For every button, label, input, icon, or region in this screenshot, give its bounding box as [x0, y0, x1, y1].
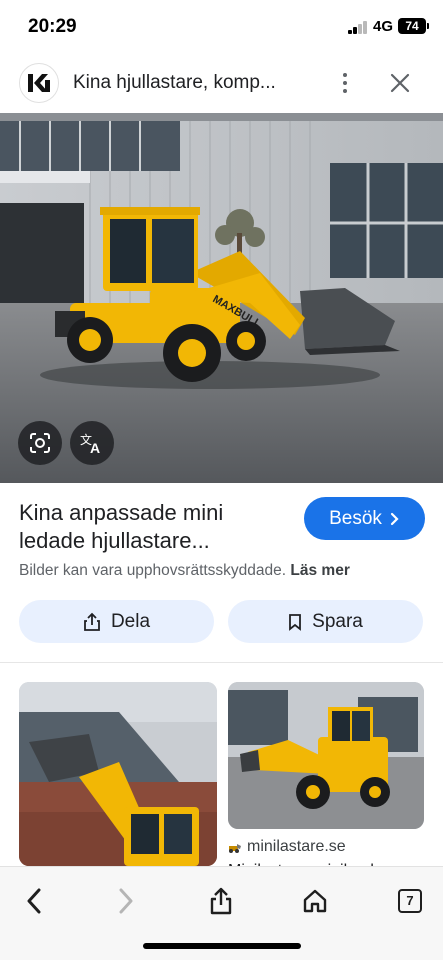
result-title[interactable]: Kina anpassade mini ledade hjullastare..… — [19, 499, 289, 555]
related-source[interactable]: minilastare.se — [228, 838, 346, 856]
copyright-text: Bilder kan vara upphovsrättsskyddade. — [19, 562, 287, 579]
site-logo-icon — [28, 74, 50, 92]
page-title[interactable]: Kina hjullastare, komp... — [73, 72, 318, 94]
chevron-right-icon — [390, 512, 399, 525]
site-logo — [19, 63, 59, 103]
share-page-icon[interactable] — [199, 879, 243, 923]
learn-more-link[interactable]: Läs mer — [290, 562, 349, 579]
tabs-icon[interactable]: 7 — [388, 879, 432, 923]
bookmark-icon — [289, 613, 302, 631]
close-icon[interactable] — [388, 71, 412, 95]
share-label: Dela — [110, 610, 151, 632]
share-button[interactable]: Dela — [19, 600, 214, 643]
forward-icon[interactable] — [104, 879, 148, 923]
related-image-1[interactable] — [19, 682, 217, 866]
main-image[interactable]: MAXBULL — [0, 113, 443, 483]
divider — [0, 662, 443, 663]
back-icon[interactable] — [12, 879, 56, 923]
google-lens-icon[interactable] — [18, 421, 62, 465]
save-label: Spara — [312, 610, 363, 632]
wheel-loader-photo: MAXBULL — [0, 113, 443, 483]
share-icon — [84, 612, 100, 631]
visit-button-label: Besök — [329, 507, 382, 529]
result-header: Kina hjullastare, komp... — [0, 54, 443, 112]
related-image-2[interactable] — [228, 682, 424, 829]
home-icon[interactable] — [293, 879, 337, 923]
translate-icon[interactable]: 文 A — [70, 421, 114, 465]
site-favicon-icon — [229, 844, 241, 853]
svg-text:A: A — [90, 440, 100, 455]
tabs-count: 7 — [398, 889, 422, 913]
copyright-notice: Bilder kan vara upphovsrättsskyddade. Lä… — [19, 562, 350, 580]
save-button[interactable]: Spara — [228, 600, 423, 643]
status-bar: 20:29 4G 74 — [0, 0, 443, 54]
home-indicator — [143, 943, 301, 949]
battery-icon: 74 — [398, 18, 429, 34]
status-time: 20:29 — [28, 16, 77, 37]
visit-button[interactable]: Besök — [304, 497, 425, 540]
related-source-label: minilastare.se — [247, 838, 346, 855]
more-options-icon[interactable] — [333, 70, 357, 96]
network-type: 4G — [373, 18, 394, 35]
signal-icon — [348, 21, 368, 34]
